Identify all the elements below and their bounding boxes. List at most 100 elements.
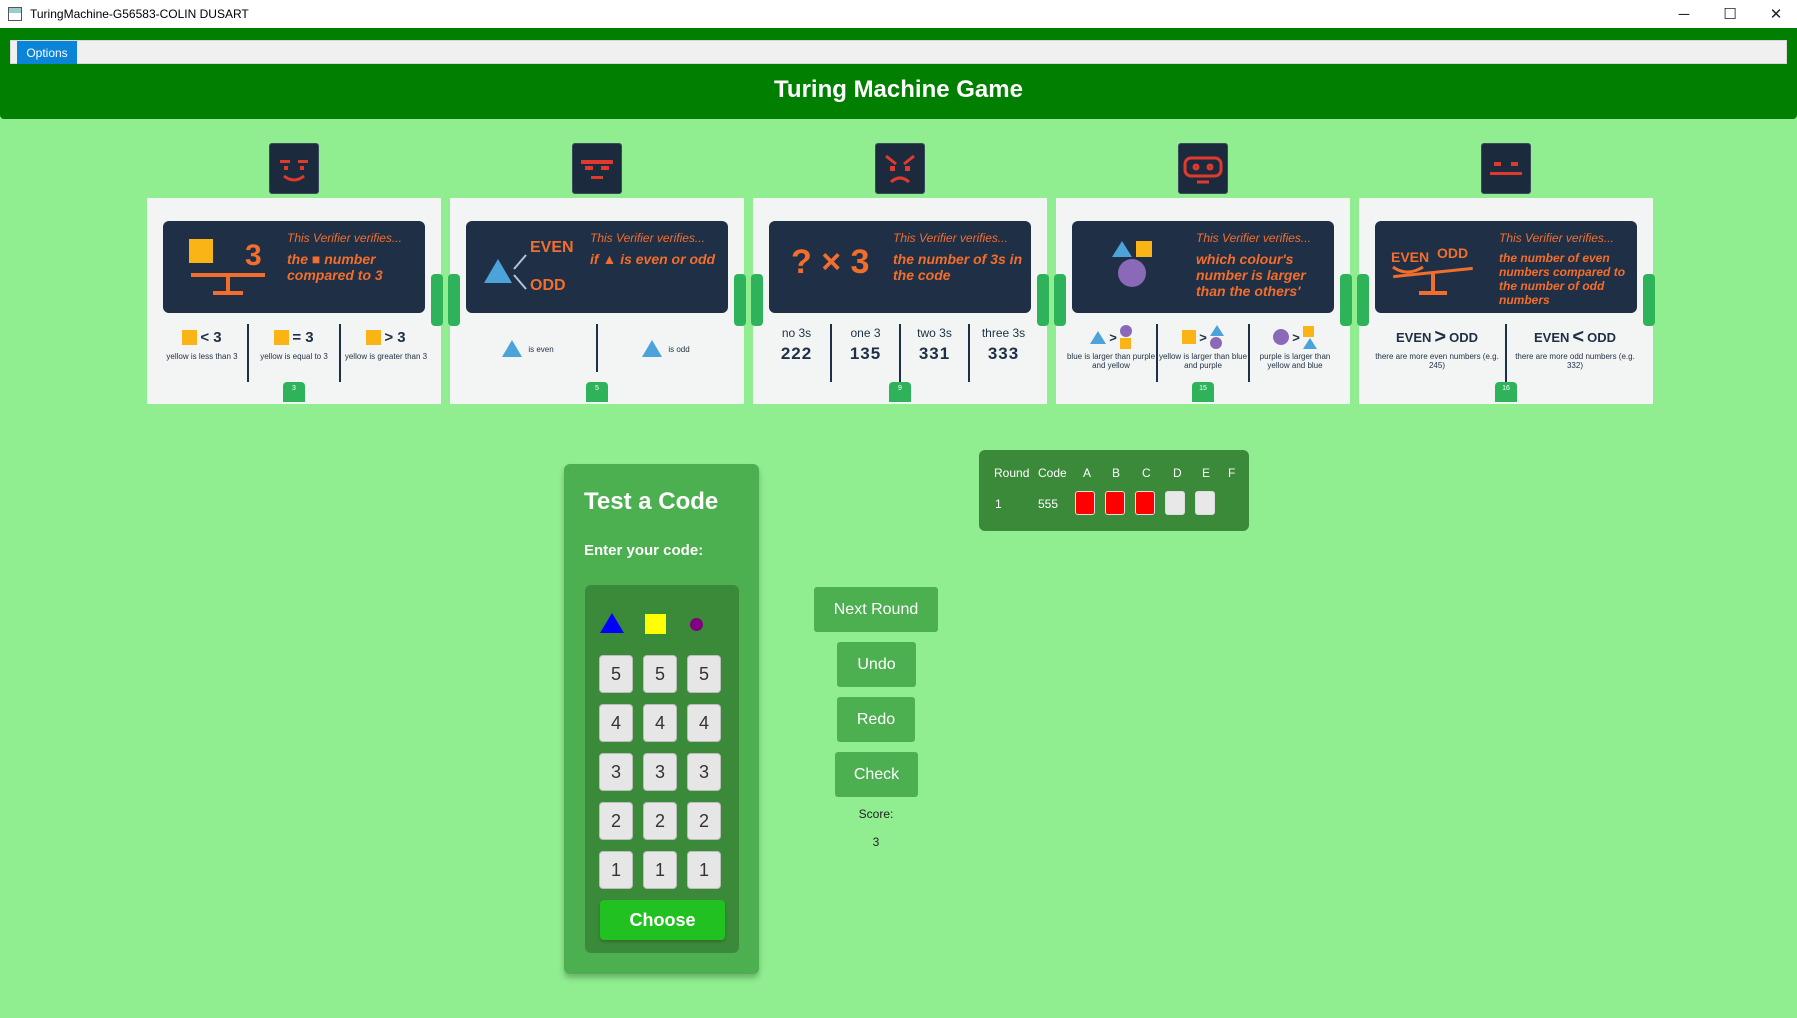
verifier-option[interactable]: > yellow is larger than blue and purple xyxy=(1158,324,1250,382)
window-title: TuringMachine-G56583-COLIN DUSART xyxy=(30,7,249,21)
score-value: 3 xyxy=(872,835,880,849)
option-caption: is odd xyxy=(668,344,690,354)
verifier-option[interactable]: no 3s 222 xyxy=(763,324,832,382)
option-caption: purple is larger than yellow and blue xyxy=(1259,352,1331,370)
close-button[interactable]: ✕ xyxy=(1753,0,1797,28)
option-digits: 222 xyxy=(780,344,813,363)
option-symbol: < 3 xyxy=(200,328,222,346)
verifier-options: no 3s 222 one 3 135 two 3s 331 three 3s 333 xyxy=(763,324,1037,382)
verifier-panel: EVEN ODD This Verifier verifies... the n… xyxy=(1375,221,1637,313)
verifier-card: 3 This Verifier verifies... the ■ number… xyxy=(147,198,443,404)
verifier-description: the number of 3s in the code xyxy=(893,251,1023,283)
yellow-square-icon xyxy=(1302,325,1314,337)
verifier-face-icon xyxy=(269,143,319,194)
verifier-option[interactable]: > purple is larger than yellow and blue xyxy=(1250,324,1340,382)
verifier-caption: This Verifier verifies... xyxy=(590,231,705,245)
verifier-face-icon xyxy=(572,143,622,194)
verifier-option[interactable]: EVEN < ODD there are more odd numbers (e.g.… xyxy=(1507,324,1643,382)
history-table: Round Code A B C D E F 1 555 xyxy=(979,450,1249,531)
panel-symbol: ? × 3 xyxy=(791,243,870,281)
option-caption: is even xyxy=(528,344,554,354)
result-cell-a[interactable] xyxy=(1075,491,1095,515)
option-caption: yellow is equal to 3 xyxy=(260,352,328,361)
column-header: B xyxy=(1112,466,1121,480)
verifier-option[interactable]: two 3s 331 xyxy=(901,324,970,382)
purple-circle-icon xyxy=(1119,325,1132,337)
maximize-button[interactable]: ☐ xyxy=(1707,0,1753,28)
blue-key-3[interactable]: 3 xyxy=(599,753,633,791)
code-cell: 555 xyxy=(1038,497,1059,511)
purple-key-3[interactable]: 3 xyxy=(687,753,721,791)
option-caption: there are more odd numbers (e.g. 332) xyxy=(1515,352,1635,370)
scale-icon xyxy=(1392,265,1473,295)
check-button[interactable]: Check xyxy=(835,752,918,797)
column-header: Code xyxy=(1038,466,1067,480)
code-keypad: 5 5 5 4 4 4 3 3 3 2 2 2 1 1 1 Choose xyxy=(585,585,739,953)
verifier-options: > blue is larger than purple and yellow >… xyxy=(1066,324,1340,382)
option-caption: yellow is less than 3 xyxy=(166,352,238,361)
yellow-key-1[interactable]: 1 xyxy=(643,851,677,889)
purple-key-1[interactable]: 1 xyxy=(687,851,721,889)
verifier-option[interactable]: three 3s 333 xyxy=(970,324,1037,382)
option-caption: yellow is greater than 3 xyxy=(344,352,428,361)
verifier-number: 15 xyxy=(1192,382,1214,402)
yellow-key-5[interactable]: 5 xyxy=(643,655,677,693)
score-label: Score: xyxy=(858,807,894,821)
yellow-square-icon xyxy=(645,614,666,634)
purple-circle-icon xyxy=(1273,329,1290,345)
verifier-number: 3 xyxy=(283,382,305,402)
result-cell-c[interactable] xyxy=(1135,491,1155,515)
verifier-option[interactable]: > 3 yellow is greater than 3 xyxy=(341,324,431,382)
yellow-key-2[interactable]: 2 xyxy=(643,802,677,840)
verifier-card: This Verifier verifies... which colour's… xyxy=(1054,198,1352,404)
yellow-square-icon xyxy=(366,329,382,345)
undo-button[interactable]: Undo xyxy=(837,642,916,687)
result-cell-d[interactable] xyxy=(1165,491,1185,515)
verifier-number: 16 xyxy=(1495,382,1517,402)
choose-button[interactable]: Choose xyxy=(600,900,725,940)
verifier-option[interactable]: = 3 yellow is equal to 3 xyxy=(249,324,341,382)
option-comparator: > xyxy=(1434,325,1447,348)
yellow-square-icon xyxy=(274,329,290,345)
option-label: three 3s xyxy=(981,326,1026,340)
verifier-card: EVEN ODD This Verifier verifies... if ▲ … xyxy=(448,198,746,404)
verifier-option[interactable]: > blue is larger than purple and yellow xyxy=(1066,324,1158,382)
next-round-button[interactable]: Next Round xyxy=(814,587,938,632)
purple-key-4[interactable]: 4 xyxy=(687,704,721,742)
test-code-panel: Test a Code Enter your code: 5 5 5 4 4 4… xyxy=(564,464,759,974)
blue-key-5[interactable]: 5 xyxy=(599,655,633,693)
result-cell-e[interactable] xyxy=(1195,491,1215,515)
blue-triangle-icon xyxy=(1090,330,1107,344)
verifier-number: 5 xyxy=(586,382,608,402)
column-header: D xyxy=(1173,466,1182,480)
panel-odd-label: ODD xyxy=(1437,245,1469,261)
option-digits: 333 xyxy=(987,344,1020,363)
blue-key-2[interactable]: 2 xyxy=(599,802,633,840)
card-side-tab xyxy=(448,274,460,326)
verifier-number: 9 xyxy=(889,382,911,402)
result-cell-b[interactable] xyxy=(1105,491,1125,515)
options-menu[interactable]: Options xyxy=(17,41,77,64)
verifier-option[interactable]: is odd xyxy=(598,324,734,372)
column-header: A xyxy=(1083,466,1092,480)
verifier-option[interactable]: EVEN > ODD there are more even numbers (e.g… xyxy=(1369,324,1507,382)
yellow-key-4[interactable]: 4 xyxy=(643,704,677,742)
minimize-button[interactable]: ─ xyxy=(1661,0,1707,28)
blue-key-1[interactable]: 1 xyxy=(599,851,633,889)
blue-triangle-icon xyxy=(502,339,523,357)
page-title: Turing Machine Game xyxy=(774,76,1023,103)
yellow-square-icon xyxy=(182,329,198,345)
verifier-option[interactable]: is even xyxy=(460,324,598,372)
yellow-key-3[interactable]: 3 xyxy=(643,753,677,791)
verifier-description: the number of even numbers compared to t… xyxy=(1499,251,1626,307)
verifier-option[interactable]: < 3 yellow is less than 3 xyxy=(157,324,249,382)
verifier-panel: EVEN ODD This Verifier verifies... if ▲ … xyxy=(466,221,728,313)
purple-key-2[interactable]: 2 xyxy=(687,802,721,840)
verifier-options: is even is odd xyxy=(460,324,734,382)
yellow-square-icon xyxy=(1119,338,1131,349)
card-side-tab xyxy=(1340,274,1352,326)
purple-key-5[interactable]: 5 xyxy=(687,655,721,693)
blue-key-4[interactable]: 4 xyxy=(599,704,633,742)
verifier-option[interactable]: one 3 135 xyxy=(832,324,901,382)
redo-button[interactable]: Redo xyxy=(837,697,915,742)
